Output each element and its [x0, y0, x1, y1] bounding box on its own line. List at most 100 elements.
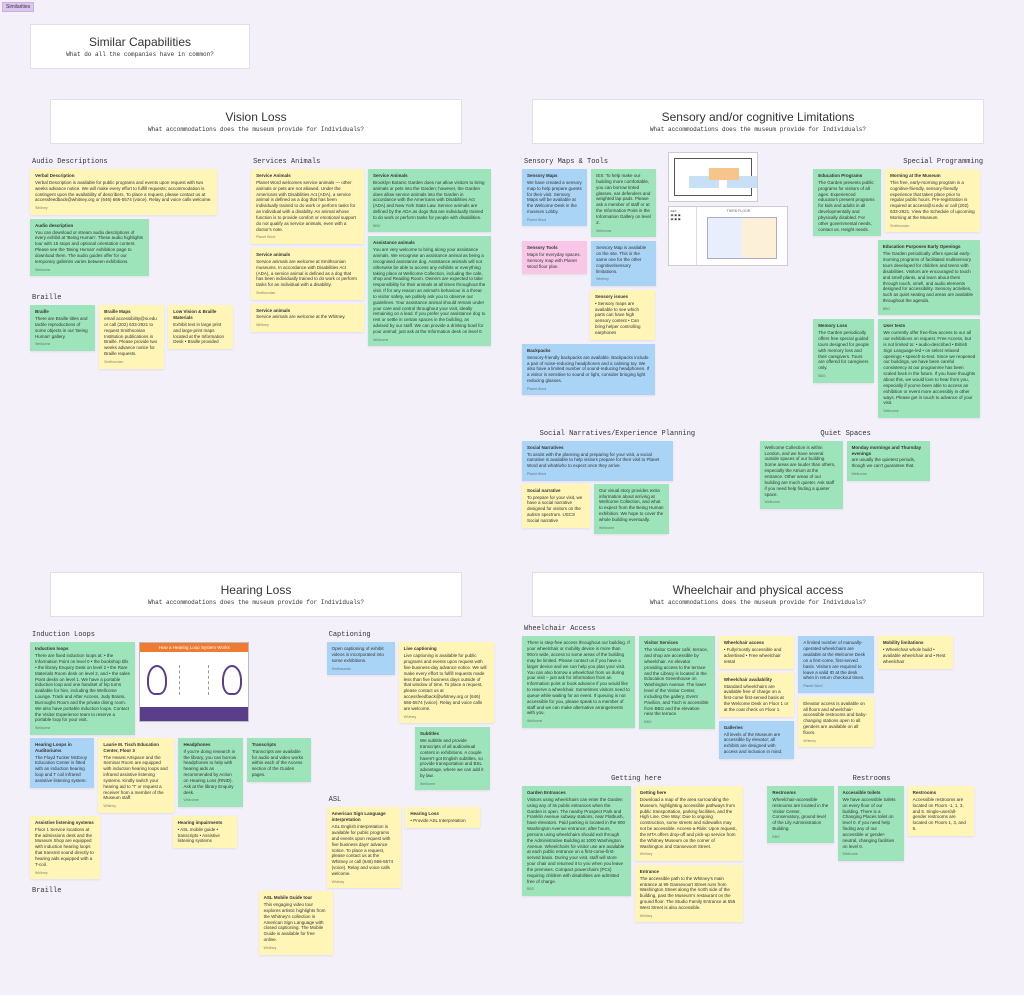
note-title: Assistance animals — [373, 240, 486, 246]
note-asl-mobile-guide[interactable]: ASL Mobile Guide tour This engaging vide… — [259, 891, 334, 954]
note-open-captioning[interactable]: Open captioning of exhibit videos is inc… — [327, 642, 395, 675]
note-entrance[interactable]: Entrance The accessible path to the Whit… — [635, 865, 744, 922]
note-getting-here[interactable]: Getting here Download a map of the area … — [635, 786, 744, 861]
note-ies[interactable]: IES: To help make our building more comf… — [591, 169, 656, 237]
note-restrooms-2[interactable]: Accessible toilets We have accessible to… — [838, 786, 904, 861]
note-hearing-imp[interactable]: Hearing impairments • ASL mobile guide •… — [173, 816, 237, 848]
note-source: BBG — [818, 374, 869, 379]
note-quiet-1[interactable]: Wellcome Collection is within London, an… — [760, 441, 843, 509]
note-sensory-site[interactable]: Sensory Map is available on the site. Th… — [591, 241, 656, 286]
note-title: Morning at the Museum — [890, 173, 975, 179]
note-loops-auditorium[interactable]: Hearing Loops in Auditoriums The Floyd T… — [30, 738, 94, 788]
note-restrooms-3[interactable]: Restrooms Accessible restrooms are locat… — [908, 786, 974, 836]
note-sensory-maps[interactable]: Sensory Maps We have created a sensory m… — [522, 169, 587, 226]
note-wheel-availability[interactable]: Wheelchair availability Standard wheelch… — [719, 673, 795, 717]
canvas: Similar Capabilities What do all the com… — [0, 14, 1024, 995]
note-sa-whitney[interactable]: Service animals Service animals are welc… — [251, 304, 364, 332]
note-audio-download[interactable]: Audio description You can download or st… — [30, 219, 149, 276]
note-garden-entrances[interactable]: Garden Entrances Visitors using wheelcha… — [522, 786, 631, 896]
note-body: Download a map of the area surrounding t… — [640, 797, 737, 849]
note-mobility[interactable]: Mobility limitations • Wheelchair whole … — [878, 636, 954, 668]
note-sensory-tools[interactable]: Sensory Tools Maps for everyday spaces. … — [522, 241, 587, 273]
note-body: We have created a sensory map to help pr… — [527, 180, 582, 214]
title-vision: Vision Loss — [71, 110, 441, 124]
subhead-programming: Special Programming — [815, 158, 983, 166]
note-body: To prepare for your visit, we have a soc… — [527, 495, 582, 523]
note-wheel-tickets[interactable]: A limited number of manually-operated wh… — [798, 636, 874, 692]
note-braille-maps[interactable]: Braille Maps email accessibility@si.edu … — [99, 305, 164, 368]
note-step-free[interactable]: There is step-free access throughout our… — [522, 636, 635, 728]
note-body: There is step-free access throughout our… — [527, 640, 630, 715]
note-source: Wellcome — [35, 268, 144, 273]
sub-wheelchair: What accommodations does the museum prov… — [553, 599, 963, 606]
note-edu-programs[interactable]: Education Programs The Garden presents p… — [813, 169, 881, 236]
note-visual-story[interactable]: Our visual story provides extra informat… — [594, 484, 670, 535]
note-body: There are fixed induction loops at: • th… — [35, 653, 130, 722]
note-source: Whitney — [35, 206, 212, 211]
note-source: Whitney — [103, 804, 169, 809]
note-transcripts[interactable]: Transcripts Transcripts are available fo… — [247, 738, 311, 782]
note-headphones[interactable]: Headphones If you're doing research in t… — [178, 738, 242, 807]
note-braille[interactable]: Braille There are Braille titles and tac… — [30, 305, 95, 351]
note-visitor-services[interactable]: Visitor Services The Visitor Center café… — [639, 636, 715, 729]
note-induction-loops[interactable]: Induction loops There are fixed inductio… — [30, 642, 135, 735]
note-subtitles[interactable]: Subtitles We subtitle and provide transc… — [415, 727, 490, 790]
note-source: Smithsonian — [890, 224, 975, 229]
note-early-openings[interactable]: Education Purposes Early Openings The Ga… — [878, 240, 980, 315]
note-title: Hearing Loops in Auditoriums — [35, 742, 89, 754]
map-key: KEY▣ ▣ ▣▣ ▣ ▣ — [669, 207, 697, 265]
image-hearing-loop-diagram[interactable]: How a Hearing Loop System Works — [139, 642, 249, 722]
note-body: • Fully/mostly accessible and advertised… — [724, 647, 782, 664]
note-education-center[interactable]: Laurie M. Tisch Education Center, Floor … — [98, 738, 174, 813]
note-sa-assist[interactable]: Assistance animals You are very welcome … — [368, 236, 491, 346]
note-verbal-description[interactable]: Verbal Description Verbal Description is… — [30, 169, 217, 215]
note-source: Planet Word — [527, 387, 650, 392]
note-sensory-issues[interactable]: Sensory issues • Sensory maps are availa… — [590, 290, 655, 340]
image-third-floor-map[interactable]: KEY▣ ▣ ▣▣ ▣ ▣ — [668, 206, 788, 266]
note-backpacks[interactable]: Backpacks Sensory-friendly backpacks are… — [522, 344, 655, 396]
note-asl-interp[interactable]: American Sign Language interpretation AS… — [327, 807, 402, 888]
note-als[interactable]: Assistive listening systems Floor 1 Serv… — [30, 816, 100, 879]
note-source: Wellcome — [852, 472, 925, 477]
image-floorplan[interactable] — [668, 152, 758, 202]
note-body: Service animals are welcome at Smithsoni… — [256, 259, 357, 287]
note-user-tests[interactable]: User tests We currently offer free-flow … — [878, 319, 980, 417]
note-hearing-loss-bullets[interactable]: Hearing Loss • Provide ASL Interpretatio… — [405, 807, 480, 828]
panel-similar: Similar Capabilities What do all the com… — [30, 24, 250, 69]
note-title: Restrooms — [772, 790, 828, 796]
note-low-vision[interactable]: Low Vision & Braille Materials Exhibit t… — [168, 305, 233, 349]
note-social-kit[interactable]: Social narrative To prepare for your vis… — [522, 484, 590, 528]
tab-similarities[interactable]: Similarities — [2, 2, 34, 12]
note-sa-smith[interactable]: Service animals Service animals are welc… — [251, 248, 364, 300]
note-elevator[interactable]: Elevator access is available on all floo… — [798, 697, 874, 748]
note-memory-loss[interactable]: Memory Loss The Garden periodically offe… — [813, 319, 874, 382]
note-title: Induction loops — [35, 646, 130, 652]
note-sa-planet[interactable]: Service Animals Planet Word welcomes ser… — [251, 169, 364, 244]
note-body: Live captioning is available for public … — [404, 653, 487, 711]
note-title: Memory Loss — [818, 323, 869, 329]
note-galleries[interactable]: Galleries All levels of the Museum are a… — [719, 721, 795, 759]
note-social-narratives[interactable]: Social Narratives To assist with the pla… — [522, 441, 673, 481]
note-body: The Visitor Center café, terrace, and sh… — [644, 647, 708, 716]
note-title: Sensory issues — [595, 294, 650, 300]
note-body: Maps for everyday spaces. Sensory map wi… — [527, 252, 581, 269]
note-title: Verbal Description — [35, 173, 212, 179]
note-title: Braille Maps — [104, 309, 159, 315]
note-morning-museum[interactable]: Morning at the Museum This free, early-m… — [885, 169, 980, 232]
note-title: Garden Entrances — [527, 790, 626, 796]
note-restrooms-1[interactable]: Restrooms Wheelchair-accessible restroom… — [767, 786, 833, 843]
note-body: You are very welcome to bring along your… — [373, 247, 485, 334]
note-source: Wellcome — [599, 526, 665, 531]
note-wheel-access-bullets[interactable]: Wheelchair access • Fully/mostly accessi… — [719, 636, 795, 668]
note-body: Planet Word welcomes service animals — o… — [256, 180, 356, 232]
note-quiet-2[interactable]: Monday mornings and Thursday evenings ar… — [847, 441, 930, 481]
note-body: email accessibility@si.edu or call (202)… — [104, 316, 157, 356]
note-body: • Sensory maps are available to see whic… — [595, 301, 641, 335]
note-body: Exhibit text in large print and large-pr… — [173, 322, 224, 345]
note-source: Wellcome — [35, 726, 130, 731]
note-sa-brooklyn[interactable]: Service Animals Brooklyn Botanic Garden … — [368, 169, 491, 232]
note-body: Transcripts are available for audio and … — [252, 749, 303, 777]
note-body: A limited number of manually-operated wh… — [803, 640, 865, 680]
note-live-captioning[interactable]: Live captioning Live captioning is avail… — [399, 642, 494, 723]
section-wheelchair: Wheelchair and physical access What acco… — [522, 554, 994, 954]
